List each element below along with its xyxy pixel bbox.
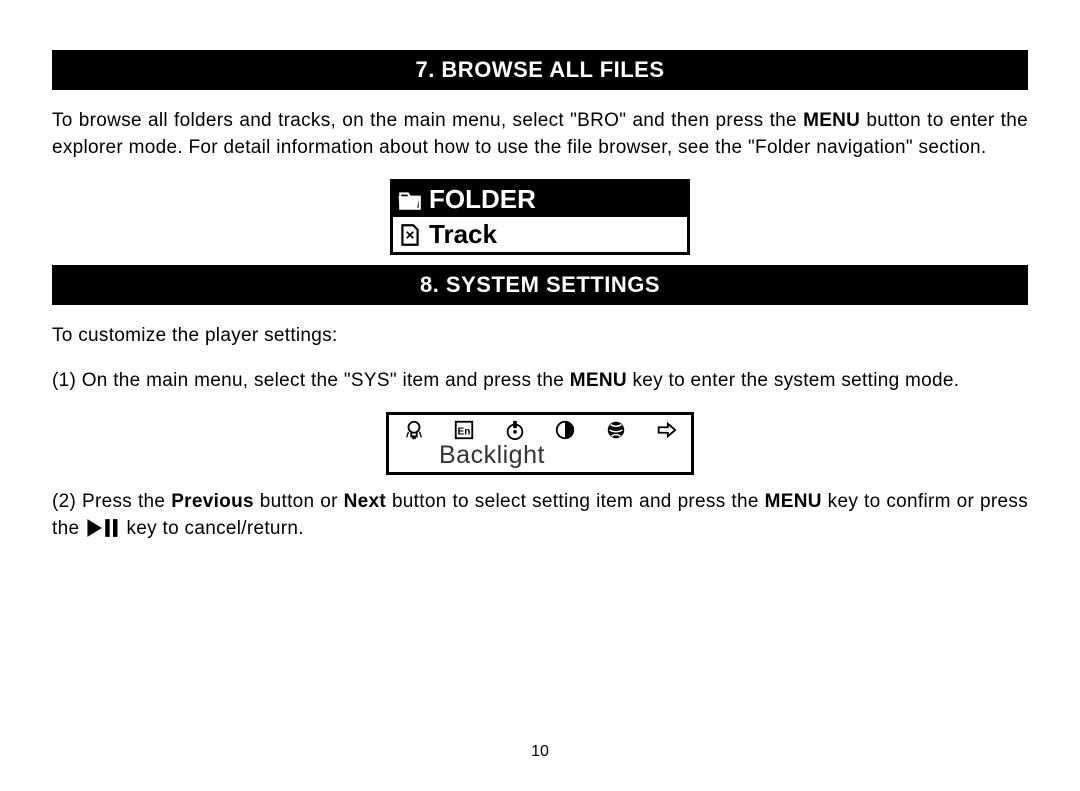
text-fragment: (2) Press the xyxy=(52,491,171,512)
settings-figure: En Backlight xyxy=(386,412,694,475)
menu-key-label: MENU xyxy=(765,491,822,512)
track-label: Track xyxy=(429,219,497,250)
text-fragment: key to enter the system setting mode. xyxy=(627,370,959,391)
text-fragment: key to cancel/return. xyxy=(121,518,304,539)
section-8-header: 8. SYSTEM SETTINGS xyxy=(52,265,1028,305)
browser-row-folder: FOLDER xyxy=(393,182,687,217)
svg-text:En: En xyxy=(458,427,471,438)
previous-key-label: Previous xyxy=(171,491,254,512)
play-pause-icon xyxy=(85,518,121,538)
browser-row-track: Track xyxy=(393,217,687,252)
file-icon xyxy=(397,222,423,248)
contrast-icon xyxy=(554,419,576,441)
power-off-icon xyxy=(504,419,526,441)
text-fragment: button to select setting item and press … xyxy=(386,491,765,512)
text-fragment: (1) On the main menu, select the "SYS" i… xyxy=(52,370,570,391)
next-key-label: Next xyxy=(344,491,386,512)
page-number: 10 xyxy=(0,743,1080,761)
menu-key-label: MENU xyxy=(570,370,627,391)
menu-key-label: MENU xyxy=(803,110,860,131)
bulb-icon xyxy=(403,419,425,441)
section-8-step2: (2) Press the Previous button or Next bu… xyxy=(52,489,1028,542)
browser-figure: FOLDER Track xyxy=(390,179,690,255)
section-7-paragraph: To browse all folders and tracks, on the… xyxy=(52,108,1028,161)
folder-icon xyxy=(397,187,423,213)
globe-icon xyxy=(605,419,627,441)
section-8-step1: (1) On the main menu, select the "SYS" i… xyxy=(52,368,1028,395)
arrow-right-icon xyxy=(655,419,677,441)
language-icon: En xyxy=(453,419,475,441)
section-7-header: 7. BROWSE ALL FILES xyxy=(52,50,1028,90)
folder-label: FOLDER xyxy=(429,184,536,215)
section-8-intro: To customize the player settings: xyxy=(52,323,1028,350)
settings-figure-label: Backlight xyxy=(397,441,683,470)
text-fragment: To browse all folders and tracks, on the… xyxy=(52,110,803,131)
text-fragment: button or xyxy=(254,491,344,512)
settings-icon-row: En xyxy=(397,419,683,441)
